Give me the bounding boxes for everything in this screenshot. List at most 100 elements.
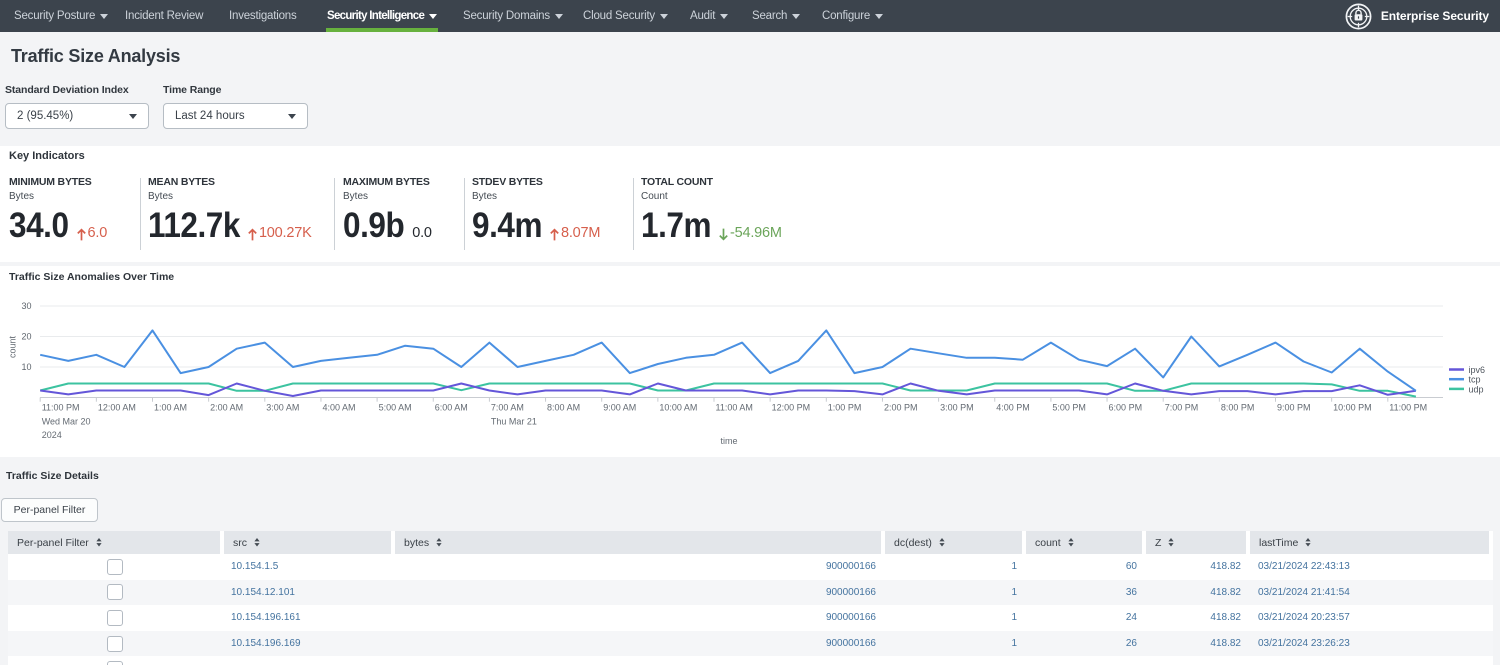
x-tick-label: 7:00 PM [1165, 402, 1199, 412]
key-indicators-heading: Key Indicators [9, 150, 85, 162]
column-header-z[interactable]: Z [1146, 531, 1246, 554]
kpi-mean-bytes[interactable]: MEAN BYTESBytes112.7k100.27K [148, 176, 312, 246]
kpi-sublabel: Bytes [9, 191, 107, 202]
x-axis-title: time [720, 436, 737, 446]
cell-lasttime: 03/21/2024 22:43:13 [1250, 561, 1493, 572]
x-tick-label: 5:00 PM [1052, 402, 1086, 412]
cell-link[interactable]: 1 [1011, 612, 1017, 623]
series-line-tcp[interactable] [40, 330, 1416, 390]
row-checkbox[interactable] [107, 661, 123, 665]
x-tick-date-label: Thu Mar 21 [491, 416, 537, 426]
nav-item-security-domains[interactable]: Security Domains [463, 0, 563, 32]
table-row: 10.154.196.169 900000166 1 26 418.82 03/21/20… [8, 631, 1493, 657]
column-header-lasttime[interactable]: lastTime [1250, 531, 1489, 554]
column-header-bytes[interactable]: bytes [395, 531, 881, 554]
cell-link[interactable]: 03/21/2024 20:23:57 [1258, 612, 1350, 623]
cell-link[interactable]: 418.82 [1210, 587, 1241, 598]
time-range-filter-label: Time Range [163, 84, 221, 96]
details-table: Per-panel Filter src bytesdc(dest)countZla… [8, 531, 1493, 665]
cell-link[interactable]: 10.154.196.169 [231, 638, 301, 649]
cell-link[interactable]: 10.154.12.101 [231, 587, 295, 598]
cell-link[interactable]: 900000166 [826, 587, 876, 598]
per-panel-filter-button[interactable]: Per-panel Filter [1, 498, 98, 522]
column-header-count[interactable]: count [1026, 531, 1142, 554]
cell-dc-dest-: 1 [885, 587, 1026, 598]
cell-link[interactable]: 60 [1126, 561, 1137, 572]
enterprise-security-brand[interactable]: Enterprise Security [1345, 0, 1489, 32]
cell-count: 36 [1026, 587, 1146, 598]
table-row [8, 656, 1493, 665]
kpi-maximum-bytes[interactable]: MAXIMUM BYTESBytes0.9b0.0 [343, 176, 432, 246]
cell-link[interactable]: 10.154.196.161 [231, 612, 301, 623]
kpi-minimum-bytes[interactable]: MINIMUM BYTESBytes34.06.0 [9, 176, 107, 246]
x-tick-label: 12:00 PM [772, 402, 811, 412]
cell-link[interactable]: 418.82 [1210, 612, 1241, 623]
x-tick-label: 3:00 PM [940, 402, 974, 412]
cell-link[interactable]: 24 [1126, 612, 1137, 623]
cell-link[interactable]: 03/21/2024 22:43:13 [1258, 561, 1350, 572]
cell-link[interactable]: 1 [1011, 638, 1017, 649]
cell-link[interactable]: 900000166 [826, 561, 876, 572]
kpi-divider [334, 178, 335, 250]
column-header-src[interactable]: src [224, 531, 391, 554]
nav-item-cloud-security[interactable]: Cloud Security [583, 0, 668, 32]
cell-link[interactable]: 1 [1011, 561, 1017, 572]
cell-link[interactable]: 418.82 [1210, 638, 1241, 649]
row-checkbox[interactable] [107, 584, 123, 600]
cell-link[interactable]: 26 [1126, 638, 1137, 649]
row-checkbox[interactable] [107, 559, 123, 575]
time-range-dropdown[interactable]: Last 24 hours [163, 103, 308, 129]
chevron-down-icon [875, 14, 883, 19]
row-checkbox[interactable] [107, 610, 123, 626]
nav-item-label: Security Posture [14, 10, 95, 22]
sdi-dropdown[interactable]: 2 (95.45%) [5, 103, 149, 129]
legend-label-ipv6[interactable]: ipv6 [1469, 365, 1486, 375]
kpi-total-count[interactable]: TOTAL COUNTCount1.7m-54.96M [641, 176, 782, 246]
nav-item-label: Cloud Security [583, 10, 655, 22]
kpi-sublabel: Bytes [148, 191, 312, 202]
cell-checkbox [8, 661, 224, 665]
x-tick-label: 12:00 AM [98, 402, 136, 412]
anomalies-line-chart[interactable]: 10203011:00 PMWed Mar 20202412:00 AM1:00… [0, 266, 1500, 457]
nav-item-security-intelligence[interactable]: Security Intelligence [327, 0, 437, 32]
column-header-dc-dest-[interactable]: dc(dest) [885, 531, 1022, 554]
cell-z: 418.82 [1146, 561, 1250, 572]
sdi-dropdown-value: 2 (95.45%) [17, 110, 73, 122]
legend-label-tcp[interactable]: tcp [1469, 375, 1481, 385]
chevron-down-icon [555, 14, 563, 19]
x-tick-label: 2:00 AM [210, 402, 243, 412]
cell-link[interactable]: 1 [1011, 587, 1017, 598]
kpi-stdev-bytes[interactable]: STDEV BYTESBytes9.4m8.07M [472, 176, 600, 246]
legend-label-udp[interactable]: udp [1469, 384, 1484, 394]
details-heading: Traffic Size Details [6, 470, 99, 482]
kpi-delta: -54.96M [719, 225, 782, 241]
kpi-sublabel: Bytes [472, 191, 600, 202]
nav-item-label: Security Intelligence [327, 10, 424, 22]
x-tick-label: 2:00 PM [884, 402, 918, 412]
chevron-down-icon [792, 14, 800, 19]
column-header-per-panel-filter[interactable]: Per-panel Filter [8, 531, 220, 554]
column-header-label: src [233, 537, 247, 549]
cell-link[interactable]: 418.82 [1210, 561, 1241, 572]
x-tick-label: 9:00 AM [603, 402, 636, 412]
nav-item-configure[interactable]: Configure [822, 0, 883, 32]
row-checkbox[interactable] [107, 636, 123, 652]
cell-link[interactable]: 10.154.1.5 [231, 561, 278, 572]
cell-bytes: 900000166 [395, 561, 885, 572]
x-tick-date-label: Wed Mar 20 [42, 416, 91, 426]
cell-link[interactable]: 03/21/2024 23:26:23 [1258, 638, 1350, 649]
nav-item-incident-review[interactable]: Incident Review [125, 0, 203, 32]
nav-item-audit[interactable]: Audit [690, 0, 728, 32]
cell-link[interactable]: 900000166 [826, 638, 876, 649]
series-line-ipv6[interactable] [40, 384, 1416, 397]
kpi-divider [633, 178, 634, 250]
sort-icon [254, 538, 260, 547]
cell-link[interactable]: 36 [1126, 587, 1137, 598]
kpi-delta: 100.27K [248, 225, 312, 241]
kpi-divider [464, 178, 465, 250]
nav-item-investigations[interactable]: Investigations [229, 0, 297, 32]
cell-link[interactable]: 900000166 [826, 612, 876, 623]
nav-item-search[interactable]: Search [752, 0, 800, 32]
cell-link[interactable]: 03/21/2024 21:41:54 [1258, 587, 1350, 598]
nav-item-security-posture[interactable]: Security Posture [14, 0, 108, 32]
